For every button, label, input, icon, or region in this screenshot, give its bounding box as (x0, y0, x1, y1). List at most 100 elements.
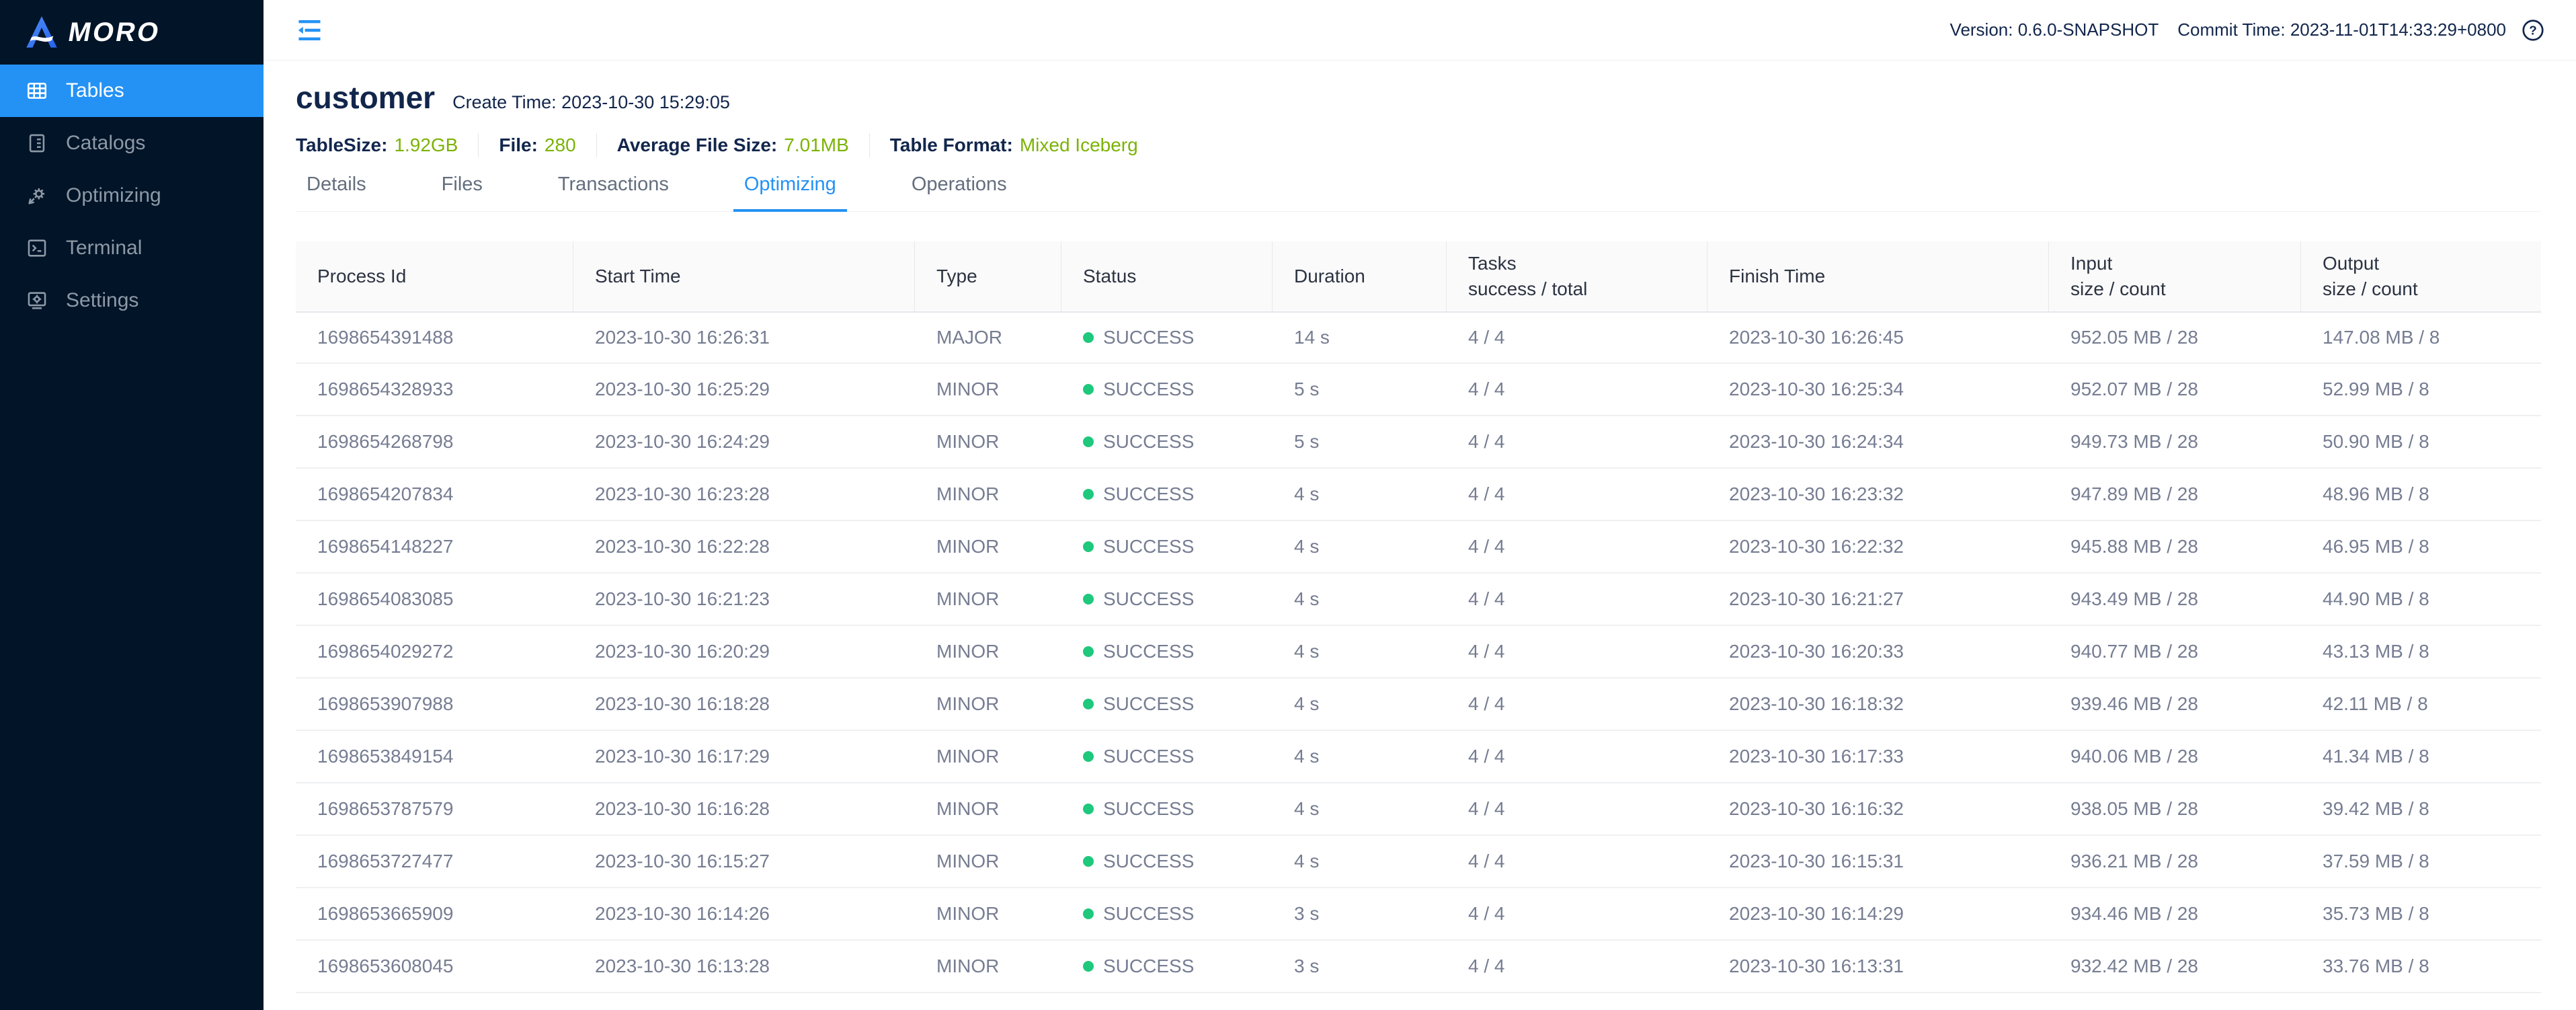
tab-optimizing[interactable]: Optimizing (733, 173, 847, 212)
status-success-dot-icon (1083, 384, 1094, 395)
sidebar-item-optimizing[interactable]: Optimizing (0, 169, 264, 222)
cell-tasks: 4 / 4 (1447, 626, 1707, 677)
sidebar-item-terminal[interactable]: Terminal (0, 222, 264, 274)
cell-tasks: 4 / 4 (1447, 364, 1707, 415)
table-row[interactable]: 1698653787579 2023-10-30 16:16:28 MINOR … (296, 783, 2541, 836)
cell-duration: 5 s (1273, 364, 1447, 415)
cell-type: MINOR (915, 783, 1061, 834)
cell-input: 943.49 MB / 28 (2049, 574, 2301, 625)
cell-duration: 4 s (1273, 678, 1447, 730)
table-row[interactable]: 1698654083085 2023-10-30 16:21:23 MINOR … (296, 574, 2541, 626)
commit-time-text: Commit Time: 2023-11-01T14:33:29+0800 (2177, 20, 2506, 40)
status-success-dot-icon (1083, 804, 1094, 814)
cell-status: SUCCESS (1061, 783, 1273, 834)
cell-output: 41.34 MB / 8 (2301, 731, 2541, 782)
table-row[interactable]: 1698654328933 2023-10-30 16:25:29 MINOR … (296, 364, 2541, 416)
cell-start-time: 2023-10-30 16:23:28 (573, 469, 915, 520)
cell-start-time: 2023-10-30 16:26:31 (573, 313, 915, 362)
stat-avg-file-size: Average File Size:7.01MB (617, 134, 849, 156)
cell-process-id: 1698654328933 (296, 364, 573, 415)
cell-tasks: 4 / 4 (1447, 783, 1707, 834)
col-finish-time: Finish Time (1707, 241, 2049, 311)
version-text: Version: 0.6.0-SNAPSHOT (1950, 20, 2159, 40)
table-row[interactable]: 1698654148227 2023-10-30 16:22:28 MINOR … (296, 521, 2541, 574)
status-text: SUCCESS (1103, 431, 1194, 453)
svg-text:?: ? (2529, 23, 2536, 37)
cell-tasks: 4 / 4 (1447, 313, 1707, 362)
cell-type: MAJOR (915, 313, 1061, 362)
status-success-dot-icon (1083, 751, 1094, 762)
cell-process-id: 1698654029272 (296, 626, 573, 677)
cell-finish-time: 2023-10-30 16:18:32 (1707, 678, 2049, 730)
table-row[interactable]: 1698653849154 2023-10-30 16:17:29 MINOR … (296, 731, 2541, 783)
cell-output: 147.08 MB / 8 (2301, 313, 2541, 362)
cell-output: 44.90 MB / 8 (2301, 574, 2541, 625)
cell-finish-time: 2023-10-30 16:20:33 (1707, 626, 2049, 677)
cell-process-id: 1698653907988 (296, 678, 573, 730)
cell-process-id: 1698653849154 (296, 731, 573, 782)
status-success-dot-icon (1083, 908, 1094, 919)
table-row[interactable]: 1698654029272 2023-10-30 16:20:29 MINOR … (296, 626, 2541, 678)
cell-status: SUCCESS (1061, 941, 1273, 992)
question-circle-icon: ? (2521, 18, 2545, 42)
cell-duration: 4 s (1273, 521, 1447, 572)
table-row[interactable]: 1698654268798 2023-10-30 16:24:29 MINOR … (296, 416, 2541, 469)
cell-type: MINOR (915, 941, 1061, 992)
create-time: Create Time: 2023-10-30 15:29:05 (452, 92, 730, 113)
sidebar-item-label: Terminal (66, 237, 142, 260)
cell-input: 952.07 MB / 28 (2049, 364, 2301, 415)
amoro-logo-icon (24, 15, 59, 50)
cell-duration: 4 s (1273, 626, 1447, 677)
cell-duration: 4 s (1273, 731, 1447, 782)
status-text: SUCCESS (1103, 641, 1194, 662)
tab-operations[interactable]: Operations (901, 173, 1018, 212)
settings-icon (26, 289, 48, 312)
help-button[interactable]: ? (2521, 18, 2545, 42)
status-text: SUCCESS (1103, 956, 1194, 977)
cell-input: 945.88 MB / 28 (2049, 521, 2301, 572)
cell-input: 949.73 MB / 28 (2049, 416, 2301, 467)
cell-tasks: 4 / 4 (1447, 678, 1707, 730)
status-success-dot-icon (1083, 961, 1094, 972)
tables-icon (26, 79, 48, 102)
cell-input: 940.77 MB / 28 (2049, 626, 2301, 677)
cell-duration: 3 s (1273, 941, 1447, 992)
sidebar-item-label: Catalogs (66, 132, 145, 155)
tab-details[interactable]: Details (296, 173, 377, 212)
cell-type: MINOR (915, 836, 1061, 887)
status-success-dot-icon (1083, 541, 1094, 552)
status-text: SUCCESS (1103, 851, 1194, 872)
cell-duration: 4 s (1273, 783, 1447, 834)
cell-input: 934.46 MB / 28 (2049, 888, 2301, 939)
table-row[interactable]: 1698653727477 2023-10-30 16:15:27 MINOR … (296, 836, 2541, 888)
table-row[interactable]: 1698653907988 2023-10-30 16:18:28 MINOR … (296, 678, 2541, 731)
table-row[interactable]: 1698653608045 2023-10-30 16:13:28 MINOR … (296, 941, 2541, 993)
table-row[interactable]: 1698653665909 2023-10-30 16:14:26 MINOR … (296, 888, 2541, 941)
cell-start-time: 2023-10-30 16:16:28 (573, 783, 915, 834)
cell-type: MINOR (915, 364, 1061, 415)
cell-finish-time: 2023-10-30 16:22:32 (1707, 521, 2049, 572)
cell-start-time: 2023-10-30 16:22:28 (573, 521, 915, 572)
logo[interactable]: MORO (0, 0, 264, 65)
tab-files[interactable]: Files (431, 173, 493, 212)
content: customer Create Time: 2023-10-30 15:29:0… (264, 61, 2576, 1010)
table-row[interactable]: 1698654391488 2023-10-30 16:26:31 MAJOR … (296, 311, 2541, 364)
col-process-id: Process Id (296, 241, 573, 311)
sidebar-item-tables[interactable]: Tables (0, 65, 264, 117)
sidebar-item-catalogs[interactable]: Catalogs (0, 117, 264, 169)
status-success-dot-icon (1083, 332, 1094, 343)
sidebar-collapse-button[interactable] (294, 15, 325, 46)
cell-finish-time: 2023-10-30 16:26:45 (1707, 313, 2049, 362)
cell-status: SUCCESS (1061, 521, 1273, 572)
page-title: customer (296, 79, 435, 116)
table-row[interactable]: 1698654207834 2023-10-30 16:23:28 MINOR … (296, 469, 2541, 521)
divider (478, 133, 479, 157)
cell-finish-time: 2023-10-30 16:23:32 (1707, 469, 2049, 520)
sidebar-item-settings[interactable]: Settings (0, 274, 264, 327)
cell-status: SUCCESS (1061, 469, 1273, 520)
tab-transactions[interactable]: Transactions (547, 173, 680, 212)
cell-type: MINOR (915, 731, 1061, 782)
cell-output: 52.99 MB / 8 (2301, 364, 2541, 415)
cell-duration: 5 s (1273, 416, 1447, 467)
optimizing-icon (26, 184, 48, 207)
